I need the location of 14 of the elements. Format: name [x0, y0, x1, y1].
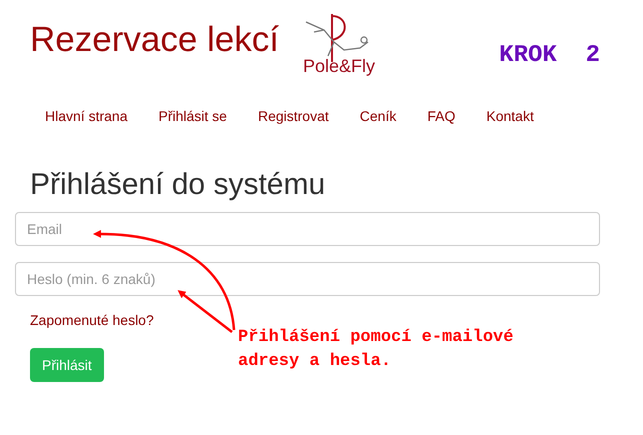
step-label: KROK 2	[499, 42, 600, 69]
site-title: Rezervace lekcí	[30, 20, 279, 60]
input-field[interactable]: Email	[15, 212, 600, 246]
form-heading: Přihlášení do systému	[30, 168, 326, 202]
nav-link[interactable]: FAQ	[427, 108, 456, 136]
nav-link[interactable]: Registrovat	[258, 108, 329, 136]
input-field[interactable]: Heslo (min. 6 znaků)	[15, 262, 600, 296]
nav-link[interactable]: Hlavní strana	[45, 108, 128, 136]
nav-link[interactable]: Kontakt	[486, 108, 534, 136]
nav-link[interactable]: Přihlásit se	[158, 108, 227, 136]
forgot-password-link[interactable]: Zapomenuté heslo?	[30, 312, 154, 328]
nav-link[interactable]: Ceník	[360, 108, 396, 136]
annotation-text: Přihlášení pomocí e-mailové adresy a hesla.	[238, 327, 514, 373]
logo: Pole&Fly	[290, 12, 387, 77]
